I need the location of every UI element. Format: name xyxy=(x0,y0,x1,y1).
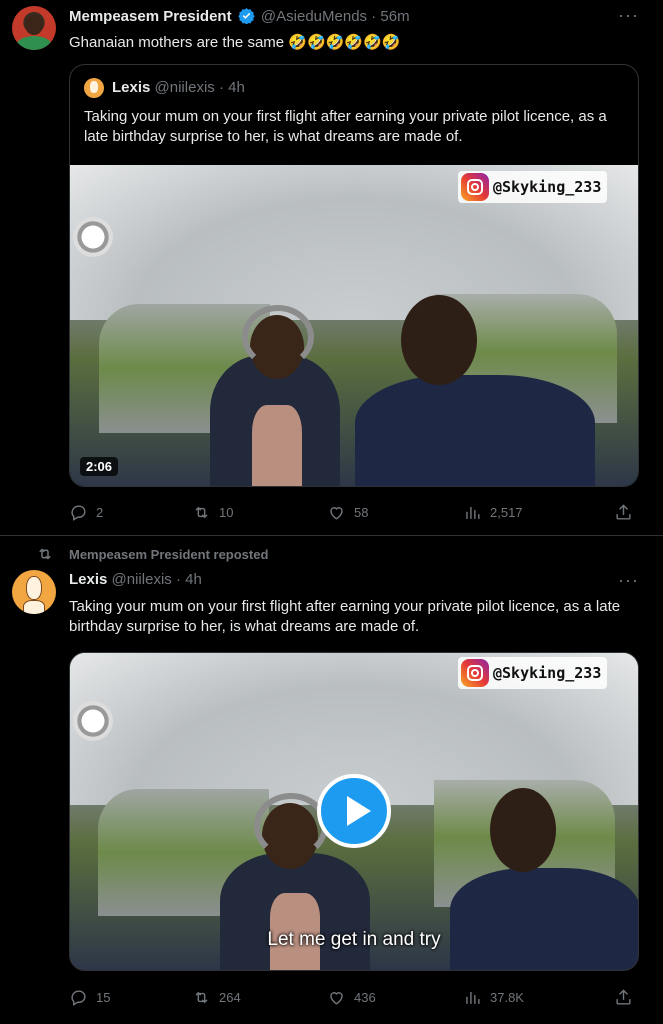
quoted-tweet-card[interactable]: Lexis @niilexis · 4h Taking your mum on … xyxy=(69,64,639,487)
views-bar-chart-icon xyxy=(466,991,480,1004)
pilot-son xyxy=(355,295,595,486)
repost-button[interactable]: 264 xyxy=(192,988,241,1007)
author-avatar[interactable] xyxy=(12,6,56,50)
repost-count: 10 xyxy=(219,505,234,520)
reply-icon xyxy=(71,505,86,521)
author-handle[interactable]: @AsieduMends xyxy=(261,8,367,25)
action-bar: 15 264 436 37.8K xyxy=(69,988,639,1010)
tweet-time[interactable]: 56m xyxy=(380,8,409,25)
like-count: 436 xyxy=(354,990,376,1005)
author-avatar[interactable] xyxy=(12,570,56,614)
tweet-header: Mempeasem President @AsieduMends · 56m xyxy=(69,7,410,25)
views-button[interactable]: 2,517 xyxy=(463,503,523,522)
cockpit-gauge xyxy=(73,217,113,257)
instagram-watermark: @Skyking_233 xyxy=(458,171,608,203)
reposted-by-label[interactable]: Mempeasem President reposted xyxy=(69,547,268,562)
heart-icon xyxy=(330,992,343,1005)
avatar-face xyxy=(25,15,43,35)
views-bar-chart-icon xyxy=(466,506,480,519)
like-button[interactable]: 58 xyxy=(327,503,368,522)
action-bar: 2 10 58 2,517 xyxy=(69,503,639,525)
quoted-author-avatar xyxy=(84,78,104,98)
tweet-text: Ghanaian mothers are the same 🤣🤣🤣🤣🤣🤣 xyxy=(69,34,401,51)
view-count: 2,517 xyxy=(490,505,523,520)
reply-icon xyxy=(71,990,86,1006)
share-icon xyxy=(616,989,631,1005)
tweet-time[interactable]: 4h xyxy=(185,571,202,588)
passenger-mother xyxy=(210,305,340,486)
like-count: 58 xyxy=(354,505,369,520)
repost-button[interactable]: 10 xyxy=(192,503,233,522)
share-icon xyxy=(616,504,631,520)
share-button[interactable] xyxy=(614,988,633,1007)
instagram-watermark: @Skyking_233 xyxy=(458,657,608,689)
watermark-handle: @Skyking_233 xyxy=(493,178,602,196)
instagram-icon xyxy=(461,173,489,201)
quoted-text: Taking your mum on your first flight aft… xyxy=(84,108,607,145)
quote-tweet[interactable]: Mempeasem President @AsieduMends · 56m ·… xyxy=(0,0,663,536)
video-caption: Let me get in and try xyxy=(267,929,441,950)
more-dots-icon[interactable]: ··· xyxy=(618,571,638,595)
cockpit-gauge xyxy=(73,701,113,741)
reply-count: 2 xyxy=(96,505,104,520)
repost-count: 264 xyxy=(219,990,241,1005)
quoted-video[interactable]: @Skyking_233 2:06 xyxy=(70,165,638,486)
share-button[interactable] xyxy=(614,503,633,522)
repost-icon xyxy=(195,991,208,1004)
pilot-son xyxy=(450,788,638,970)
quoted-author-name: Lexis xyxy=(112,79,151,96)
dot-separator: · xyxy=(218,79,224,96)
tweet-video[interactable]: @Skyking_233 Let me get in and try xyxy=(69,652,639,971)
quoted-author-handle: @niilexis xyxy=(154,79,215,96)
repost-icon xyxy=(195,506,208,519)
repost-icon xyxy=(39,548,51,560)
video-duration: 2:06 xyxy=(80,457,119,476)
heart-icon xyxy=(330,507,343,520)
author-name[interactable]: Lexis xyxy=(69,571,107,588)
watermark-handle: @Skyking_233 xyxy=(493,664,602,682)
tweet-text: Taking your mum on your first flight aft… xyxy=(69,598,621,635)
more-dots-icon[interactable]: ··· xyxy=(618,6,638,30)
view-count: 37.8K xyxy=(490,990,524,1005)
reply-count: 15 xyxy=(96,990,111,1005)
avatar-shirt xyxy=(16,36,52,50)
verified-badge-icon xyxy=(238,8,255,24)
dot-separator: · xyxy=(175,571,181,588)
author-name[interactable]: Mempeasem President xyxy=(69,8,232,25)
play-button[interactable] xyxy=(317,774,391,848)
dot-separator: · xyxy=(371,8,377,25)
tweet-header: Lexis @niilexis · 4h xyxy=(69,571,202,588)
instagram-icon xyxy=(461,659,489,687)
views-button[interactable]: 37.8K xyxy=(463,988,524,1007)
quoted-time: 4h xyxy=(228,79,245,96)
quoted-header: Lexis @niilexis · 4h xyxy=(112,79,245,96)
like-button[interactable]: 436 xyxy=(327,988,376,1007)
reply-button[interactable]: 15 xyxy=(69,988,110,1007)
passenger-mother xyxy=(220,793,370,970)
author-handle[interactable]: @niilexis xyxy=(112,571,172,588)
reply-button[interactable]: 2 xyxy=(69,503,103,522)
